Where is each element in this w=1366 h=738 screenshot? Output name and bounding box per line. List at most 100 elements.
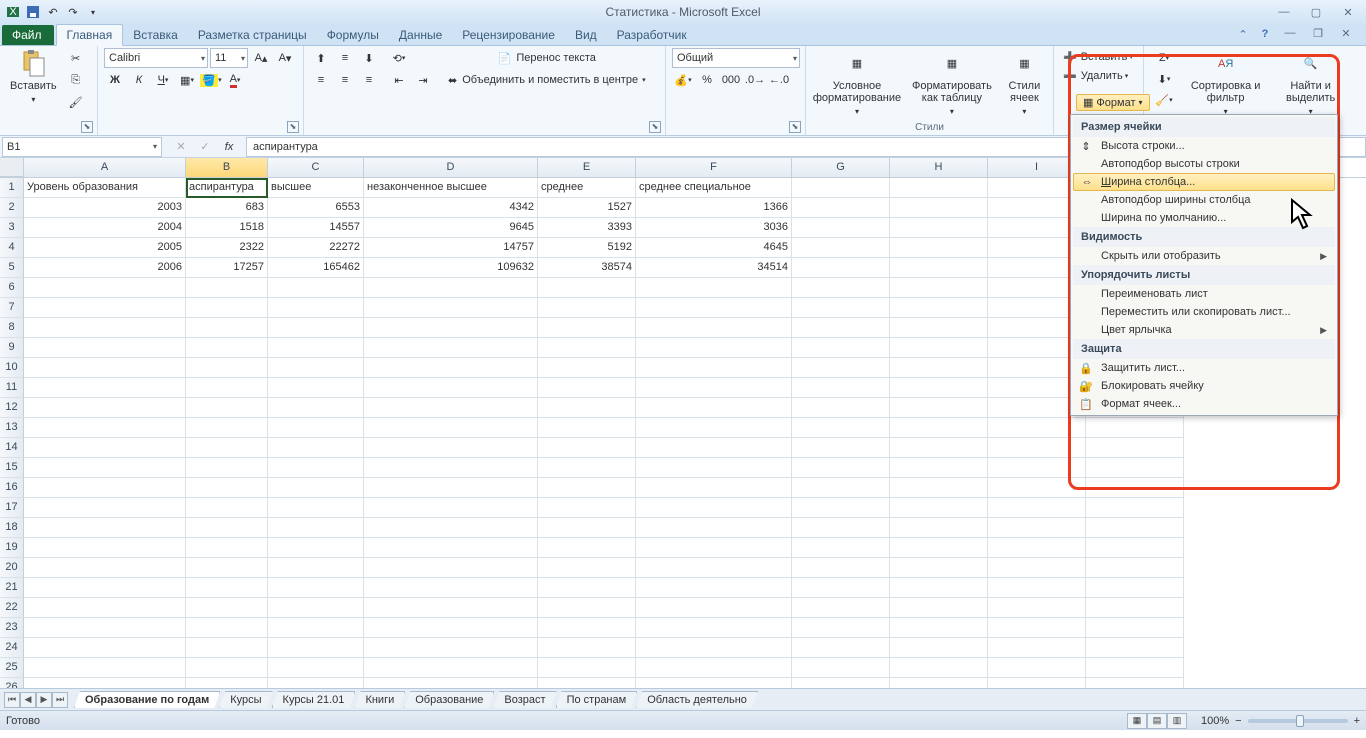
cell[interactable] xyxy=(636,378,792,398)
cell[interactable] xyxy=(24,478,186,498)
cell[interactable] xyxy=(364,638,538,658)
cell[interactable] xyxy=(186,658,268,678)
cell[interactable] xyxy=(636,518,792,538)
cell[interactable]: 2003 xyxy=(24,198,186,218)
border-button[interactable]: ▦▾ xyxy=(176,70,198,90)
cell[interactable] xyxy=(890,598,988,618)
cell[interactable] xyxy=(1086,578,1184,598)
font-size-combo[interactable]: 11▾ xyxy=(210,48,248,68)
menu-tab-color[interactable]: Цвет ярлычка▶ xyxy=(1073,321,1335,339)
column-header[interactable]: B xyxy=(186,158,268,177)
menu-format-cells[interactable]: 📋Формат ячеек... xyxy=(1073,395,1335,413)
cell[interactable] xyxy=(364,658,538,678)
sheet-tab[interactable]: Образование по годам xyxy=(74,691,220,708)
cell[interactable] xyxy=(186,378,268,398)
cell[interactable] xyxy=(890,398,988,418)
cell[interactable] xyxy=(538,478,636,498)
increase-indent-icon[interactable]: ⇥ xyxy=(412,70,434,90)
cell[interactable] xyxy=(636,318,792,338)
orientation-icon[interactable]: ⟲▾ xyxy=(388,48,410,68)
cell[interactable] xyxy=(24,438,186,458)
cell[interactable]: 1527 xyxy=(538,198,636,218)
row-header[interactable]: 4 xyxy=(0,238,24,258)
cell[interactable]: 5192 xyxy=(538,238,636,258)
cell[interactable] xyxy=(364,618,538,638)
tab-home[interactable]: Главная xyxy=(56,24,124,46)
row-header[interactable]: 19 xyxy=(0,538,24,558)
format-button-active[interactable]: ▦ Формат ▾ xyxy=(1076,94,1150,111)
select-all-corner[interactable] xyxy=(0,158,24,177)
cell[interactable] xyxy=(538,558,636,578)
doc-minimize-button[interactable]: ― xyxy=(1278,25,1302,41)
cell[interactable] xyxy=(890,618,988,638)
align-top-icon[interactable]: ⬆ xyxy=(310,48,332,68)
cell[interactable] xyxy=(890,238,988,258)
cell[interactable] xyxy=(538,298,636,318)
cell[interactable] xyxy=(792,498,890,518)
menu-rename-sheet[interactable]: Переименовать лист xyxy=(1073,285,1335,303)
cell[interactable] xyxy=(24,538,186,558)
cell[interactable] xyxy=(792,558,890,578)
cell[interactable] xyxy=(268,518,364,538)
cell[interactable] xyxy=(186,418,268,438)
cell[interactable] xyxy=(1086,618,1184,638)
row-header[interactable]: 20 xyxy=(0,558,24,578)
cell[interactable] xyxy=(364,278,538,298)
cell[interactable]: 17257 xyxy=(186,258,268,278)
cell[interactable] xyxy=(24,498,186,518)
cell[interactable]: 3036 xyxy=(636,218,792,238)
menu-lock-cell[interactable]: 🔐Блокировать ячейку xyxy=(1073,377,1335,395)
cell[interactable] xyxy=(1086,678,1184,688)
align-middle-icon[interactable]: ≡ xyxy=(334,48,356,68)
cell[interactable] xyxy=(364,418,538,438)
cell[interactable] xyxy=(24,638,186,658)
cell[interactable] xyxy=(364,458,538,478)
cell[interactable] xyxy=(988,498,1086,518)
tab-file[interactable]: Файл xyxy=(2,25,54,45)
cell[interactable] xyxy=(1086,478,1184,498)
cell[interactable] xyxy=(792,258,890,278)
cell[interactable] xyxy=(186,578,268,598)
cell[interactable] xyxy=(890,498,988,518)
find-select-button[interactable]: 🔍 Найти и выделить▾ xyxy=(1273,48,1348,120)
sort-filter-button[interactable]: AЯ Сортировка и фильтр▾ xyxy=(1182,48,1269,120)
cell[interactable] xyxy=(636,438,792,458)
grow-font-icon[interactable]: A▴ xyxy=(250,48,272,68)
cell[interactable] xyxy=(186,358,268,378)
help-icon[interactable]: ? xyxy=(1256,25,1274,43)
save-icon[interactable] xyxy=(24,3,42,21)
cell[interactable] xyxy=(636,598,792,618)
wrap-text-button[interactable]: 📄 Перенос текста xyxy=(444,48,650,68)
cut-icon[interactable]: ✂ xyxy=(65,48,87,68)
column-header[interactable]: A xyxy=(24,158,186,177)
cell[interactable] xyxy=(792,538,890,558)
cell[interactable] xyxy=(364,678,538,688)
menu-autofit-column[interactable]: Автоподбор ширины столбца xyxy=(1073,191,1335,209)
cell[interactable] xyxy=(268,478,364,498)
fill-icon[interactable]: ⬇▾ xyxy=(1150,69,1178,89)
fx-icon[interactable]: fx xyxy=(218,137,240,157)
cell[interactable]: 2005 xyxy=(24,238,186,258)
sheet-tab[interactable]: Курсы 21.01 xyxy=(272,691,356,708)
menu-protect-sheet[interactable]: 🔒Защитить лист... xyxy=(1073,359,1335,377)
column-header[interactable]: F xyxy=(636,158,792,177)
font-color-button[interactable]: A▾ xyxy=(224,70,246,90)
percent-format-icon[interactable]: % xyxy=(696,70,718,90)
cell[interactable] xyxy=(364,538,538,558)
cell[interactable] xyxy=(636,278,792,298)
cell[interactable] xyxy=(538,638,636,658)
cell[interactable] xyxy=(792,198,890,218)
row-header[interactable]: 2 xyxy=(0,198,24,218)
cell[interactable] xyxy=(988,658,1086,678)
cell[interactable] xyxy=(268,418,364,438)
zoom-slider[interactable] xyxy=(1248,719,1348,723)
cell[interactable] xyxy=(792,458,890,478)
cell[interactable]: 4645 xyxy=(636,238,792,258)
cell[interactable] xyxy=(988,478,1086,498)
cell[interactable] xyxy=(890,518,988,538)
cell[interactable] xyxy=(890,578,988,598)
cell[interactable] xyxy=(988,518,1086,538)
cell[interactable]: среднее xyxy=(538,178,636,198)
cell[interactable] xyxy=(636,298,792,318)
page-break-view-icon[interactable]: ▥ xyxy=(1167,713,1187,729)
